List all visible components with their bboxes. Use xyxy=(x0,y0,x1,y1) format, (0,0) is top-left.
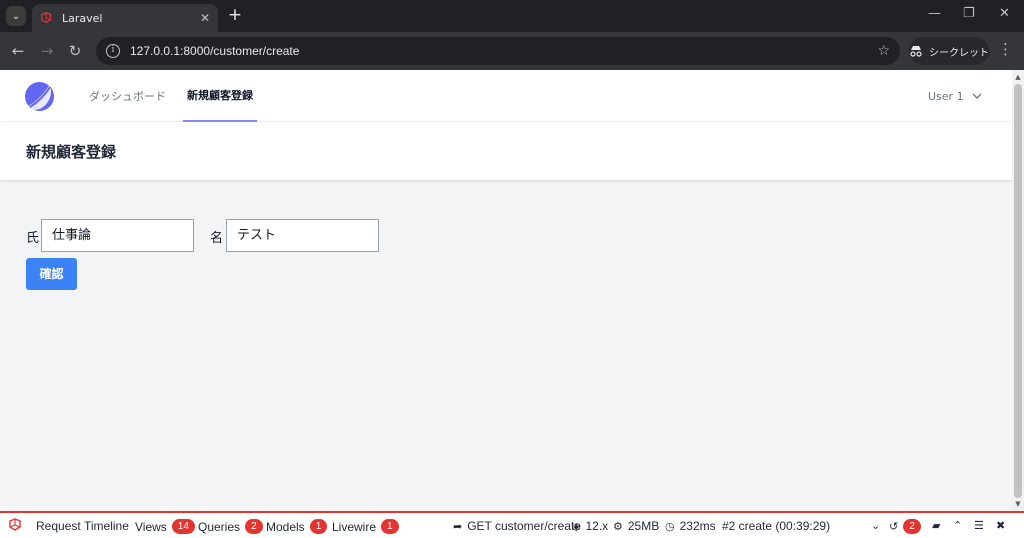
debugbar-tab-queries[interactable]: Queries 2 xyxy=(198,519,263,534)
close-icon: ✖ xyxy=(996,520,1006,532)
tab-close-icon[interactable]: ✕ xyxy=(200,11,210,25)
debugbar-timeline-label: Timeline xyxy=(84,519,129,533)
clock-icon: ◷ xyxy=(665,520,675,533)
new-tab-icon[interactable]: + xyxy=(226,6,244,26)
bookmark-star-icon[interactable]: ☆ xyxy=(877,43,890,59)
first-name-input[interactable]: テスト xyxy=(226,219,379,252)
memory-label: 25MB xyxy=(627,519,660,533)
debugbar-close[interactable]: ✖ xyxy=(996,519,1005,532)
laravel-version-icon: ◈ xyxy=(572,520,581,533)
laravel-favicon-icon xyxy=(41,12,52,24)
forward-icon[interactable]: → xyxy=(36,40,58,62)
nav-link-new-customer[interactable]: 新規顧客登録 xyxy=(183,70,257,122)
tab-strip: ⌄ Laravel ✕ + — ❐ ✕ xyxy=(0,0,1024,32)
debugbar-request-label: Request xyxy=(36,519,81,533)
app-logo-icon[interactable] xyxy=(24,81,55,112)
first-name-label: 名 xyxy=(210,231,224,246)
back-icon[interactable]: ← xyxy=(7,40,29,62)
browser-tab[interactable]: Laravel ✕ xyxy=(32,4,218,32)
minimize-icon[interactable]: — xyxy=(928,6,941,21)
debugbar-request-info[interactable]: #2 create (00:39:29) xyxy=(722,519,830,533)
incognito-icon xyxy=(910,46,922,57)
debugbar-time: ◷ 232ms xyxy=(665,519,716,533)
debugbar-tab-timeline[interactable]: Timeline xyxy=(84,519,129,533)
debugbar-minimize[interactable]: ⌃ xyxy=(953,519,962,532)
debugbar-history[interactable]: ↺ 2 xyxy=(889,519,921,534)
confirm-button[interactable]: 確認 xyxy=(26,258,77,290)
debugbar-tab-request[interactable]: Request xyxy=(36,519,81,533)
debugbar-version: ◈ 12.x xyxy=(572,519,608,533)
browser-menu-icon[interactable]: ⋮ xyxy=(998,40,1013,58)
scroll-thumb[interactable] xyxy=(1014,84,1022,498)
site-info-icon[interactable]: i xyxy=(106,44,120,58)
url-text[interactable]: 127.0.0.1:8000/customer/create xyxy=(130,44,877,58)
incognito-button[interactable]: シークレット xyxy=(909,37,989,65)
debugbar-views-label: Views xyxy=(135,519,167,534)
user-dropdown[interactable]: User 1 xyxy=(928,70,982,122)
share-arrow-icon: ➦ xyxy=(453,520,463,533)
debugbar-memory: ⚙ 25MB xyxy=(613,519,659,533)
chevron-down-icon: ⌄ xyxy=(871,520,881,532)
last-name-input[interactable]: 仕事論 xyxy=(41,219,194,252)
scroll-up-icon[interactable]: ▲ xyxy=(1014,73,1022,81)
incognito-label: シークレット xyxy=(929,47,989,59)
request-info-label: #2 create (00:39:29) xyxy=(722,519,831,533)
models-count-badge: 1 xyxy=(309,519,328,534)
address-bar[interactable]: i 127.0.0.1:8000/customer/create ☆ xyxy=(96,37,900,65)
browser-toolbar: ← → ↻ i 127.0.0.1:8000/customer/create ☆… xyxy=(0,32,1024,70)
debugbar-tab-views[interactable]: Views 14 xyxy=(135,519,195,534)
debugbar-livewire-label: Livewire xyxy=(332,519,377,534)
livewire-count-badge: 1 xyxy=(381,519,399,534)
page-title: 新規顧客登録 xyxy=(26,143,117,161)
debugbar-dropdown[interactable]: ⌄ xyxy=(871,519,880,532)
reload-icon[interactable]: ↻ xyxy=(64,40,86,62)
scroll-down-icon[interactable]: ▼ xyxy=(1014,500,1022,508)
last-name-label: 氏 xyxy=(26,231,40,246)
debugbar-settings[interactable]: ☰ xyxy=(974,519,984,532)
chevron-up-icon: ⌃ xyxy=(953,520,963,532)
tab-search-icon[interactable]: ⌄ xyxy=(6,6,26,26)
debugbar-tab-livewire[interactable]: Livewire 1 xyxy=(332,519,399,534)
history-icon: ↺ xyxy=(889,521,899,533)
cogs-icon: ⚙ xyxy=(613,520,623,533)
chevron-down-icon xyxy=(972,93,982,99)
time-label: 232ms xyxy=(679,519,716,533)
debugbar-tab-models[interactable]: Models 1 xyxy=(266,519,328,534)
nav-link-dashboard[interactable]: ダッシュボード xyxy=(89,70,166,122)
folder-open-icon: ▰ xyxy=(932,520,941,532)
history-count-badge: 2 xyxy=(903,519,921,534)
sliders-icon: ☰ xyxy=(974,520,984,532)
route-label: GET customer/create xyxy=(467,519,582,533)
queries-count-badge: 2 xyxy=(245,519,263,534)
page-viewport: ダッシュボード 新規顧客登録 User 1 新規顧客登録 氏 仕事論 名 テスト… xyxy=(0,70,1012,511)
views-count-badge: 14 xyxy=(171,519,195,534)
tab-title: Laravel xyxy=(62,11,103,25)
laravel-logo-icon[interactable] xyxy=(8,517,24,533)
page-scrollbar[interactable]: ▲ ▼ xyxy=(1012,70,1024,511)
debugbar-route[interactable]: ➦ GET customer/create xyxy=(453,519,581,533)
debugbar-models-label: Models xyxy=(266,519,305,534)
user-name: User 1 xyxy=(928,89,964,103)
debugbar-open[interactable]: ▰ xyxy=(932,519,940,532)
window-close-icon[interactable]: ✕ xyxy=(999,6,1010,21)
page-header: 新規顧客登録 xyxy=(0,122,1012,180)
version-label: 12.x xyxy=(585,519,609,533)
debugbar-queries-label: Queries xyxy=(198,519,241,534)
debugbar: Request Timeline Views 14 Queries 2 Mode… xyxy=(0,511,1024,538)
app-navbar: ダッシュボード 新規顧客登録 User 1 xyxy=(0,70,1012,122)
restore-icon[interactable]: ❐ xyxy=(963,6,975,21)
